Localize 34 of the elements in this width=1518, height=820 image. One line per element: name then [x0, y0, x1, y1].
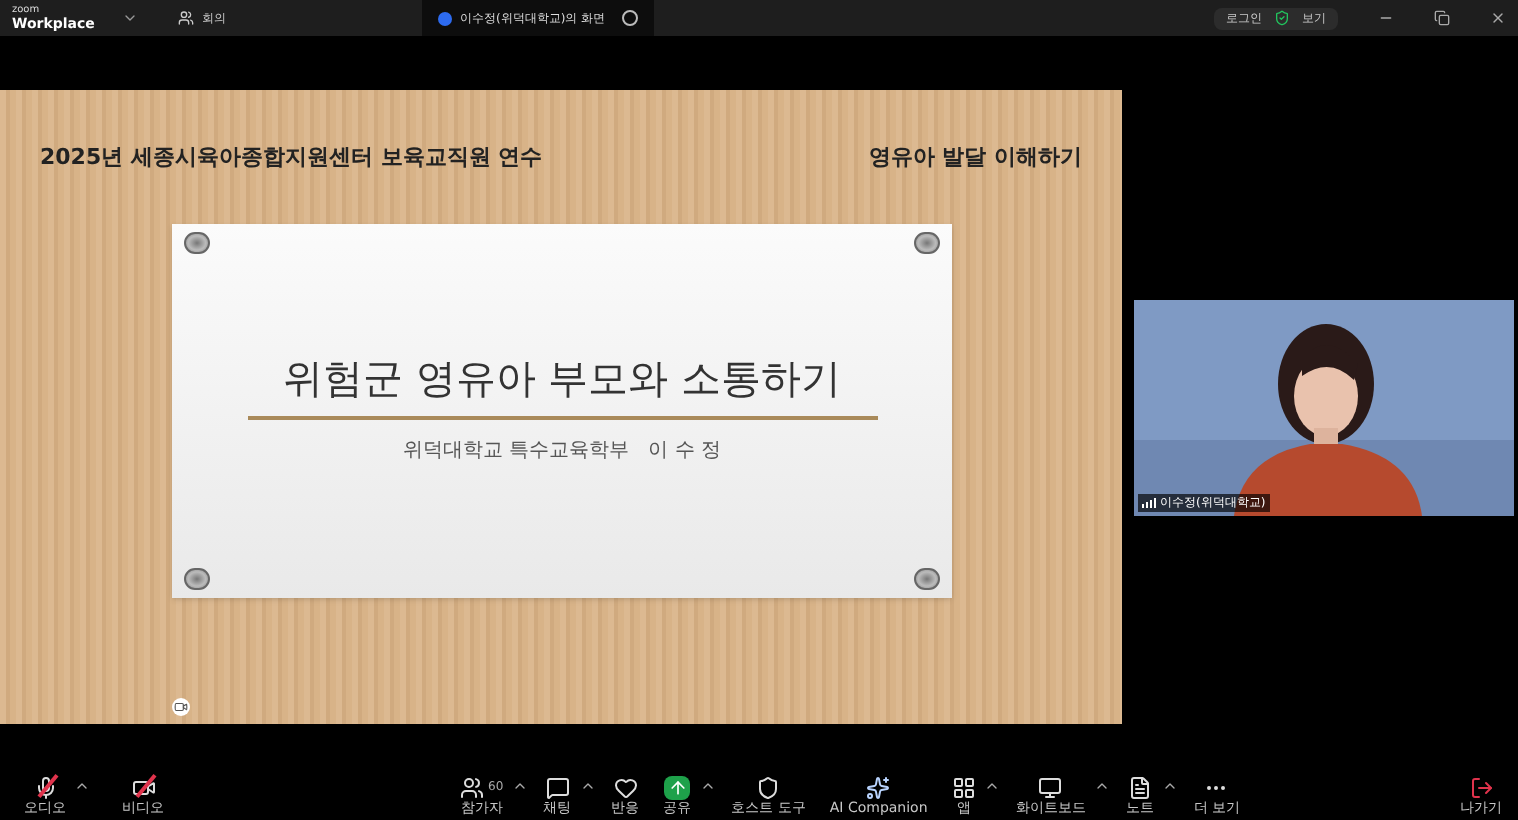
- shield-icon: [1274, 10, 1290, 26]
- document-icon: [1127, 775, 1152, 799]
- slide-header: 2025년 세종시육아종합지원센터 보육교직원 연수: [40, 142, 543, 174]
- pin-icon: [184, 231, 210, 253]
- monitor-icon: [1038, 775, 1063, 799]
- caret-icon[interactable]: [74, 778, 90, 794]
- caret-icon[interactable]: [983, 778, 1000, 794]
- grid-icon: [951, 775, 976, 799]
- caret-icon[interactable]: [122, 10, 138, 26]
- caret-icon[interactable]: [579, 778, 596, 794]
- shield-icon: [756, 775, 781, 799]
- signal-icon: [1142, 498, 1156, 508]
- caret-icon[interactable]: [699, 778, 716, 794]
- slide-title: 위험군 영유아 부모와 소통하기: [282, 351, 842, 405]
- people-icon: [460, 775, 484, 799]
- exit-icon: [1469, 775, 1493, 799]
- pin-icon: [914, 567, 940, 589]
- caret-icon[interactable]: [511, 778, 528, 794]
- caret-icon[interactable]: [1093, 778, 1110, 794]
- upload-icon: [664, 775, 691, 799]
- camera-icon[interactable]: [172, 698, 190, 716]
- pin-icon: [184, 567, 210, 589]
- slide-header: 영유아 발달 이해하기: [868, 142, 1082, 174]
- pin-icon: [914, 231, 940, 253]
- heart-icon: [613, 775, 638, 799]
- slide-subtitle: 위덕대학교 특수교육학부 이 수 정: [402, 437, 722, 465]
- chat-icon: [545, 775, 570, 799]
- close-icon[interactable]: [1490, 10, 1506, 26]
- options-icon: [621, 10, 638, 26]
- caret-icon[interactable]: [1161, 778, 1178, 794]
- people-icon: [178, 10, 194, 26]
- sparkle-icon: [866, 775, 891, 799]
- screen-share-icon: [438, 11, 452, 25]
- restore-icon[interactable]: [1434, 10, 1450, 26]
